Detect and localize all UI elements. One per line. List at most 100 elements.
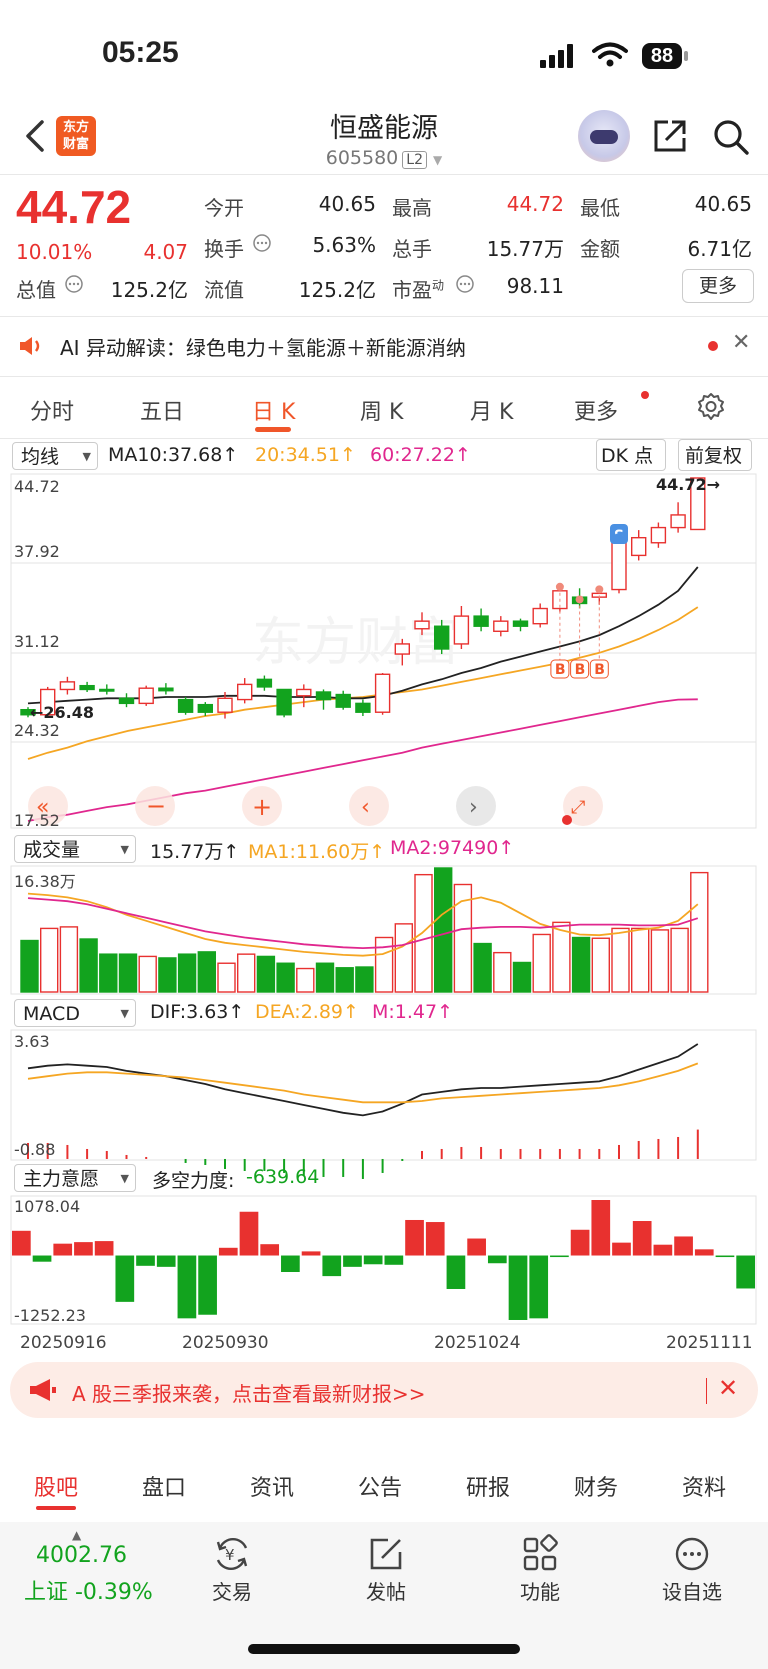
trade-icon[interactable]: ¥ <box>212 1534 252 1574</box>
volume-bar <box>690 871 709 993</box>
unread-dot <box>708 341 718 351</box>
tab-finance[interactable]: 财务 <box>574 1470 618 1502</box>
up-candle <box>236 683 253 701</box>
apps-grid-icon[interactable] <box>520 1534 560 1574</box>
mainforce-bar <box>136 1255 155 1266</box>
volume-bar <box>355 966 374 993</box>
volume-bar <box>197 951 217 993</box>
dropdown-caret-icon: ▼ <box>433 153 443 167</box>
dk-point-button[interactable]: DK 点 <box>596 439 666 471</box>
compose-icon[interactable] <box>366 1534 406 1574</box>
mainforce-bar <box>529 1255 549 1319</box>
volume-selector[interactable]: 成交量 ▼ <box>14 835 136 863</box>
index-value[interactable]: 4002.76 <box>36 1543 127 1568</box>
collapse-caret-icon[interactable]: ▲ <box>72 1528 81 1542</box>
macd-selector[interactable]: MACD ▼ <box>14 999 136 1027</box>
ai-insight-text[interactable]: AI 异动解读：绿色电力＋氢能源＋新能源消纳 <box>60 332 466 361</box>
nav-trade[interactable]: 交易 <box>192 1576 272 1605</box>
close-icon[interactable]: ✕ <box>718 1374 738 1402</box>
volume-bar <box>493 951 512 993</box>
adjust-price-button[interactable]: 前复权 <box>678 439 752 471</box>
change-amount: 4.07 <box>143 240 188 264</box>
tab-announcements[interactable]: 公告 <box>358 1470 402 1502</box>
ai-assistant-icon[interactable] <box>578 110 630 162</box>
macd-m: M:1.47↑ <box>372 1001 454 1023</box>
promo-text[interactable]: A 股三季报来袭，点击查看最新财报>> <box>72 1378 426 1407</box>
mainforce-bar <box>156 1255 176 1267</box>
nav-post[interactable]: 发帖 <box>346 1576 426 1605</box>
info-icon[interactable] <box>252 233 272 253</box>
volume-label: 总手 <box>392 237 432 261</box>
prev-icon[interactable]: ‹ <box>361 795 370 820</box>
low-label: 最低 <box>580 196 620 220</box>
zoom-out-icon[interactable]: − <box>146 792 166 820</box>
mainforce-selector[interactable]: 主力意愿 ▼ <box>14 1164 136 1192</box>
search-icon[interactable] <box>712 118 750 156</box>
info-icon[interactable] <box>64 274 84 294</box>
low-marker: ←26.48 <box>30 703 95 722</box>
notification-dot <box>641 391 649 399</box>
zoom-in-icon[interactable]: + <box>252 793 272 821</box>
tab-news[interactable]: 资讯 <box>250 1470 294 1502</box>
mainforce-bar <box>12 1230 31 1256</box>
kline-grid <box>10 473 757 1325</box>
tab-profile[interactable]: 资料 <box>682 1470 726 1502</box>
next-icon[interactable]: › <box>469 795 478 820</box>
pe-label: 市盈动 <box>392 278 445 302</box>
tab-intraday[interactable]: 分时 <box>30 394 74 426</box>
up-candle <box>59 681 76 691</box>
tab-research[interactable]: 研报 <box>466 1470 510 1502</box>
more-stats-button[interactable]: 更多 <box>682 269 754 303</box>
open-label: 今开 <box>204 196 244 220</box>
divider <box>0 316 768 317</box>
volume-bar <box>631 927 650 993</box>
float-cap-value: 125.2亿 <box>298 278 376 302</box>
volume-bar <box>79 938 98 993</box>
nav-functions[interactable]: 功能 <box>500 1576 580 1605</box>
market-cap-label: 总值 <box>16 278 56 302</box>
mainforce-bar <box>363 1255 383 1265</box>
down-candle <box>315 691 332 701</box>
close-icon[interactable]: ✕ <box>732 330 750 355</box>
volume-bar <box>177 953 197 993</box>
last-price: 44.72 <box>16 181 132 233</box>
float-cap-label: 流值 <box>204 278 244 302</box>
tab-orderbook[interactable]: 盘口 <box>142 1470 186 1502</box>
info-icon[interactable] <box>455 274 475 294</box>
volume-bar <box>20 939 39 993</box>
mainforce-bar <box>281 1255 300 1272</box>
ma-selector[interactable]: 均线 ▼ <box>12 442 98 470</box>
mainforce-bar <box>467 1238 486 1256</box>
fullscreen-icon[interactable]: ⤢ <box>571 797 586 818</box>
y-axis-label: 17.52 <box>14 811 60 830</box>
date-label: 20251111 <box>666 1333 753 1353</box>
volume-bar <box>591 937 610 993</box>
active-tab-indicator <box>255 427 291 432</box>
share-icon[interactable] <box>652 118 688 154</box>
tab-more[interactable]: 更多 <box>574 394 618 426</box>
up-candle <box>532 607 548 625</box>
y-axis-label: 24.32 <box>14 721 60 740</box>
tab-monthly-k[interactable]: 月 K <box>470 394 513 426</box>
gear-icon[interactable] <box>696 392 726 422</box>
nav-add-watchlist[interactable]: 设自选 <box>652 1576 732 1605</box>
tab-five-day[interactable]: 五日 <box>140 394 184 426</box>
down-candle <box>197 703 214 713</box>
buy-signal-label: B <box>594 662 605 678</box>
stock-charts[interactable]: 东方财富 BBBS « − + ‹ › ⤢ <box>0 470 768 1350</box>
add-watchlist-icon[interactable] <box>672 1534 712 1574</box>
tab-forum[interactable]: 股吧 <box>34 1470 78 1502</box>
index-name[interactable]: 上证 -0.39% <box>24 1574 153 1606</box>
turnover-label: 换手 <box>204 237 244 261</box>
tab-weekly-k[interactable]: 周 K <box>360 394 403 426</box>
volume-bar <box>158 957 177 993</box>
volume-bar <box>394 923 413 993</box>
volume-bar <box>315 962 335 993</box>
date-label: 20250930 <box>182 1333 269 1353</box>
cellular-signal-icon <box>540 44 573 68</box>
volume-bar <box>138 955 157 993</box>
mainforce-bar <box>694 1249 714 1256</box>
volume-bar <box>571 936 591 993</box>
signal-dot <box>614 532 624 542</box>
tab-daily-k[interactable]: 日 K <box>252 394 295 426</box>
